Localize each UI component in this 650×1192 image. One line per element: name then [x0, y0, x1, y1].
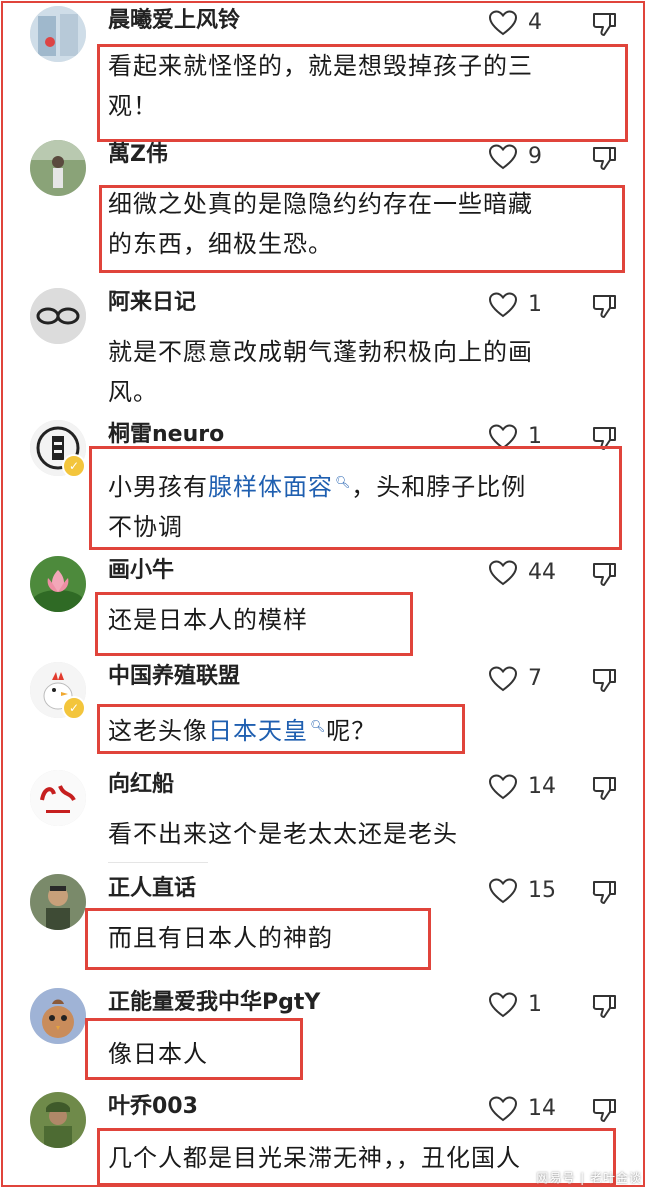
- heart-icon: [488, 144, 518, 170]
- like-button[interactable]: 14: [488, 772, 556, 802]
- avatar[interactable]: [30, 6, 86, 62]
- avatar[interactable]: [30, 1092, 86, 1148]
- avatar[interactable]: [30, 288, 86, 344]
- heart-icon: [488, 424, 518, 450]
- comment-text: 这老头像日本天皇 🔍︎呢？: [108, 717, 377, 745]
- heart-icon: [488, 1096, 518, 1122]
- username[interactable]: 晨曦爱上风铃: [108, 6, 240, 36]
- like-count: 7: [528, 666, 542, 691]
- thumbs-down-icon: [592, 427, 616, 450]
- dislike-button[interactable]: [590, 878, 618, 906]
- dislike-button[interactable]: [590, 424, 618, 452]
- username[interactable]: 萬Z伟: [108, 140, 168, 170]
- dislike-button[interactable]: [590, 1096, 618, 1124]
- username[interactable]: 叶乔003: [108, 1092, 198, 1122]
- like-count: 44: [528, 560, 556, 585]
- like-count: 14: [528, 774, 556, 799]
- username[interactable]: 桐雷neuro: [108, 420, 224, 450]
- comment-text: 还是日本人的模样: [108, 606, 308, 634]
- username[interactable]: 正人直话: [108, 874, 196, 904]
- heart-icon: [488, 774, 518, 800]
- dislike-button[interactable]: [590, 992, 618, 1020]
- comment-text: 看不出来这个是老太太还是老头: [108, 820, 458, 848]
- heart-icon: [488, 666, 518, 692]
- search-icon[interactable]: 🔍︎: [335, 475, 351, 489]
- dislike-button[interactable]: [590, 292, 618, 320]
- thumbs-down-icon: [592, 1099, 616, 1122]
- like-button[interactable]: 9: [488, 142, 542, 172]
- thumbs-down-icon: [592, 295, 616, 318]
- like-count: 9: [528, 144, 542, 169]
- thumbs-down-icon: [592, 881, 616, 904]
- heart-icon: [488, 292, 518, 318]
- like-count: 1: [528, 292, 542, 317]
- username[interactable]: 画小牛: [108, 556, 174, 586]
- like-count: 14: [528, 1096, 556, 1121]
- watermark: 网易号 | 老叶金谈: [536, 1171, 642, 1185]
- heart-icon: [488, 10, 518, 36]
- avatar[interactable]: [30, 988, 86, 1044]
- like-button[interactable]: 15: [488, 876, 556, 906]
- dislike-button[interactable]: [590, 774, 618, 802]
- comment-text: 小男孩有腺样体面容 🔍︎，头和脖子比例 不协调: [108, 473, 527, 541]
- comment-text: 看起来就怪怪的，就是想毁掉孩子的三 观！: [108, 52, 533, 120]
- username[interactable]: 向红船: [108, 770, 174, 800]
- like-button[interactable]: 4: [488, 8, 542, 38]
- avatar[interactable]: [30, 140, 86, 196]
- like-button[interactable]: 44: [488, 558, 556, 588]
- like-button[interactable]: 1: [488, 290, 542, 320]
- search-icon[interactable]: 🔍︎: [310, 719, 326, 733]
- comment-text: 而且有日本人的神韵: [108, 924, 333, 952]
- username[interactable]: 中国养殖联盟: [108, 662, 240, 692]
- thumbs-down-icon: [592, 669, 616, 692]
- dislike-button[interactable]: [590, 144, 618, 172]
- dislike-button[interactable]: [590, 10, 618, 38]
- thumbs-down-icon: [592, 13, 616, 36]
- heart-icon: [488, 992, 518, 1018]
- search-link[interactable]: 腺样体面容: [208, 473, 333, 501]
- avatar[interactable]: [30, 874, 86, 930]
- search-link[interactable]: 日本天皇: [208, 717, 308, 745]
- like-button[interactable]: 7: [488, 664, 542, 694]
- like-count: 15: [528, 878, 556, 903]
- like-count: 1: [528, 992, 542, 1017]
- thumbs-down-icon: [592, 563, 616, 586]
- username[interactable]: 阿来日记: [108, 288, 196, 318]
- comment-text: 就是不愿意改成朝气蓬勃积极向上的画 风。: [108, 338, 533, 406]
- heart-icon: [488, 878, 518, 904]
- comment-text: 像日本人: [108, 1040, 208, 1068]
- like-count: 4: [528, 10, 542, 35]
- dislike-button[interactable]: [590, 560, 618, 588]
- username[interactable]: 正能量爱我中华PgtY: [108, 988, 320, 1018]
- outer-red-frame: [1, 1, 645, 1187]
- divider: [108, 862, 208, 863]
- like-button[interactable]: 14: [488, 1094, 556, 1124]
- like-button[interactable]: 1: [488, 990, 542, 1020]
- like-count: 1: [528, 424, 542, 449]
- heart-icon: [488, 560, 518, 586]
- thumbs-down-icon: [592, 995, 616, 1018]
- avatar[interactable]: [30, 556, 86, 612]
- comment-text: 几个人都是目光呆滞无神，，丑化国人: [108, 1144, 521, 1172]
- like-button[interactable]: 1: [488, 422, 542, 452]
- verified-badge: ✓: [62, 454, 86, 478]
- comment-text: 细微之处真的是隐隐约约存在一些暗藏 的东西，细极生恐。: [108, 190, 533, 258]
- dislike-button[interactable]: [590, 666, 618, 694]
- thumbs-down-icon: [592, 147, 616, 170]
- avatar[interactable]: [30, 770, 86, 826]
- verified-badge: ✓: [62, 696, 86, 720]
- thumbs-down-icon: [592, 777, 616, 800]
